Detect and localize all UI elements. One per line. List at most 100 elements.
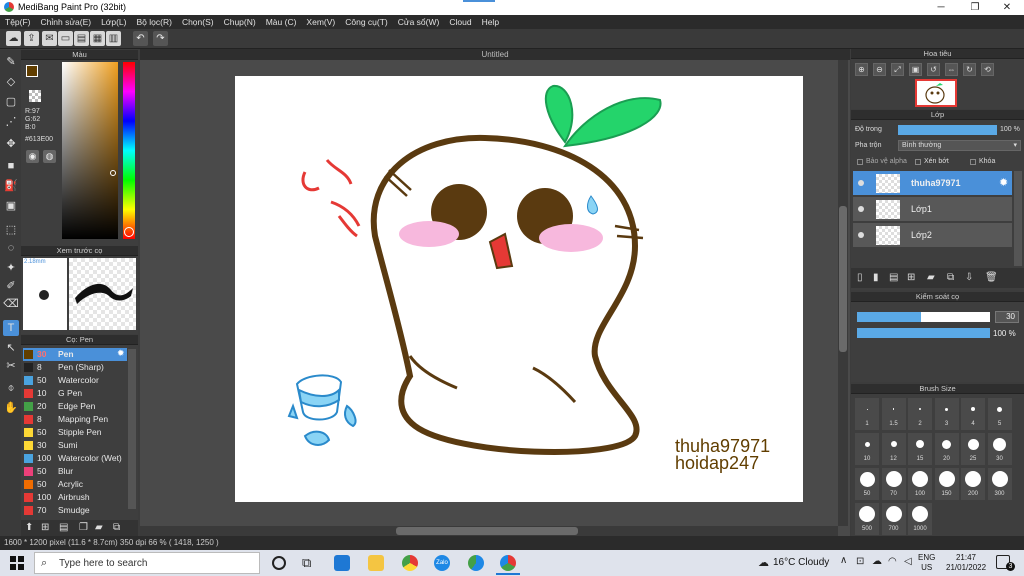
navigator-thumbnail[interactable] bbox=[915, 79, 957, 107]
mail-icon[interactable] bbox=[334, 555, 350, 571]
brush-list-scrollbar[interactable] bbox=[128, 349, 136, 509]
brush-size-option[interactable]: 700 bbox=[881, 503, 906, 535]
brush-duplicate-icon[interactable]: ⧉ bbox=[113, 522, 120, 533]
lasso-tool-icon[interactable]: ◌ bbox=[3, 240, 19, 256]
select-tool-icon[interactable]: ⬚ bbox=[3, 222, 19, 238]
menu-view[interactable]: Xem(V) bbox=[301, 15, 340, 29]
brush-item[interactable]: 30 Pen ✹ bbox=[23, 348, 127, 361]
flip-icon[interactable]: ⇔ bbox=[945, 63, 958, 76]
bucket-tool-icon[interactable]: ⛽ bbox=[3, 178, 19, 194]
menu-tools[interactable]: Công cụ(T) bbox=[340, 15, 393, 29]
brush-size-option[interactable]: 70 bbox=[881, 468, 906, 500]
protect-alpha-checkbox[interactable] bbox=[857, 159, 863, 165]
folder-icon[interactable]: ▰ bbox=[927, 272, 935, 283]
menu-select[interactable]: Chọn(S) bbox=[177, 15, 219, 29]
reset-icon[interactable]: ⟲ bbox=[981, 63, 994, 76]
brush-size-option[interactable]: 25 bbox=[961, 433, 985, 465]
brush-size-option[interactable]: 2 bbox=[908, 398, 932, 430]
select-eraser-tool-icon[interactable]: ⌫ bbox=[3, 296, 19, 312]
brush-item[interactable]: 50 Acrylic bbox=[23, 478, 127, 491]
gear-icon[interactable]: ✹ bbox=[117, 348, 125, 359]
chevron-up-icon[interactable]: ∧ bbox=[840, 555, 847, 566]
rotate-right-icon[interactable]: ↻ bbox=[963, 63, 976, 76]
move-tool-icon[interactable]: ✥ bbox=[3, 136, 19, 152]
brush-item[interactable]: 100 Airbrush bbox=[23, 491, 127, 504]
brush-size-option[interactable]: 30 bbox=[987, 433, 1012, 465]
brush-item[interactable]: 8 Mapping Pen bbox=[23, 413, 127, 426]
brush-size-value[interactable]: 30 bbox=[995, 311, 1019, 323]
actual-size-icon[interactable]: ▣ bbox=[909, 63, 922, 76]
document-tab[interactable]: Untitled bbox=[140, 49, 850, 60]
brush-item[interactable]: 70 Smudge bbox=[23, 504, 127, 517]
add-brush-icon[interactable]: ⬆ bbox=[25, 522, 33, 533]
brush-opacity-slider[interactable] bbox=[857, 328, 990, 338]
cloud-sync-icon[interactable]: ☁ bbox=[872, 556, 882, 567]
clock[interactable]: 21:47 21/01/2022 bbox=[946, 553, 986, 573]
brush-item[interactable]: 30 Sumi bbox=[23, 439, 127, 452]
rectangle-tool-icon[interactable]: ▢ bbox=[3, 94, 19, 110]
brush-item[interactable]: 50 Blur bbox=[23, 465, 127, 478]
menu-color[interactable]: Màu (C) bbox=[261, 15, 302, 29]
divide-tool-icon[interactable]: ✂ bbox=[3, 358, 19, 374]
brush-item[interactable]: 50 Stipple Pen bbox=[23, 426, 127, 439]
new-layer-icon[interactable]: ▯ bbox=[857, 272, 863, 283]
gradient-tool-icon[interactable]: ▣ bbox=[3, 198, 19, 214]
eye-icon[interactable] bbox=[858, 232, 864, 238]
eye-icon[interactable] bbox=[858, 180, 864, 186]
trash-icon[interactable]: 🗑 bbox=[985, 272, 998, 283]
redo-icon[interactable]: ↷ bbox=[153, 31, 168, 46]
file-explorer-icon[interactable] bbox=[368, 555, 384, 571]
language-indicator[interactable]: ENG US bbox=[918, 553, 935, 573]
magic-wand-tool-icon[interactable]: ✦ bbox=[3, 260, 19, 276]
duplicate-layer-icon[interactable]: ⧉ bbox=[947, 272, 954, 283]
weather-icon[interactable]: ☁ bbox=[758, 556, 769, 569]
brush-size-option[interactable]: 1.5 bbox=[881, 398, 906, 430]
color-picker-cursor[interactable] bbox=[110, 170, 116, 176]
brush-size-option[interactable]: 1000 bbox=[908, 503, 932, 535]
windows-start-icon[interactable] bbox=[10, 556, 24, 570]
fill-shape-tool-icon[interactable]: ■ bbox=[3, 158, 19, 174]
lock-checkbox[interactable] bbox=[970, 159, 976, 165]
speaker-icon[interactable]: ◁ bbox=[904, 556, 912, 567]
brush-size-option[interactable]: 300 bbox=[987, 468, 1012, 500]
hue-slider[interactable] bbox=[123, 62, 135, 239]
brush-item[interactable]: 20 Edge Pen bbox=[23, 400, 127, 413]
comment-icon[interactable]: ✉ bbox=[42, 31, 57, 46]
network-status-icon[interactable]: ⊡ bbox=[856, 556, 864, 567]
zoom-out-icon[interactable]: ⊖ bbox=[873, 63, 886, 76]
menu-file[interactable]: Tệp(F) bbox=[0, 15, 36, 29]
color-settings-icon[interactable]: ◍ bbox=[43, 150, 56, 163]
clipping-checkbox[interactable] bbox=[915, 159, 921, 165]
eye-icon[interactable] bbox=[858, 206, 864, 212]
brush-size-option[interactable]: 500 bbox=[855, 503, 879, 535]
primary-color-swatch[interactable] bbox=[26, 65, 38, 77]
brush-size-option[interactable]: 4 bbox=[961, 398, 985, 430]
chrome-icon[interactable] bbox=[402, 555, 418, 571]
menu-window[interactable]: Cửa sổ(W) bbox=[393, 15, 445, 29]
weather-text[interactable]: 16°C Cloudy bbox=[773, 557, 829, 568]
eraser-tool-icon[interactable]: ◇ bbox=[3, 74, 19, 90]
saturation-value-picker[interactable] bbox=[62, 62, 118, 239]
brush-size-option[interactable]: 5 bbox=[987, 398, 1012, 430]
gear-icon[interactable]: ✹ bbox=[999, 176, 1008, 189]
cortana-icon[interactable] bbox=[272, 556, 286, 570]
brush-size-option[interactable]: 20 bbox=[934, 433, 959, 465]
undo-icon[interactable]: ↶ bbox=[133, 31, 148, 46]
brush-size-option[interactable]: 3 bbox=[934, 398, 959, 430]
layer-row[interactable]: thuha97971 ✹ bbox=[853, 171, 1012, 196]
fit-icon[interactable]: ⤢ bbox=[891, 63, 904, 76]
brush-file-icon[interactable]: ▤ bbox=[59, 522, 68, 533]
brush-size-option[interactable]: 12 bbox=[881, 433, 906, 465]
new-8bit-layer-icon[interactable]: ▤ bbox=[889, 272, 898, 283]
menu-edit[interactable]: Chỉnh sửa(E) bbox=[36, 15, 97, 29]
canvas-vscroll-thumb[interactable] bbox=[839, 206, 847, 352]
brush-folder-icon[interactable]: ▰ bbox=[95, 522, 103, 533]
drawing-canvas[interactable]: thuha97971 hoidap247 bbox=[235, 76, 803, 502]
menu-layer[interactable]: Lớp(L) bbox=[96, 15, 131, 29]
transparent-swatch[interactable] bbox=[29, 90, 41, 102]
grid-icon[interactable]: ▦ bbox=[90, 31, 105, 46]
new-halftone-layer-icon[interactable]: ▮ bbox=[873, 272, 879, 283]
text-tool-icon[interactable]: T bbox=[3, 320, 19, 336]
layer-row[interactable]: Lớp2 bbox=[853, 223, 1012, 248]
brush-size-option[interactable]: 1 bbox=[855, 398, 879, 430]
